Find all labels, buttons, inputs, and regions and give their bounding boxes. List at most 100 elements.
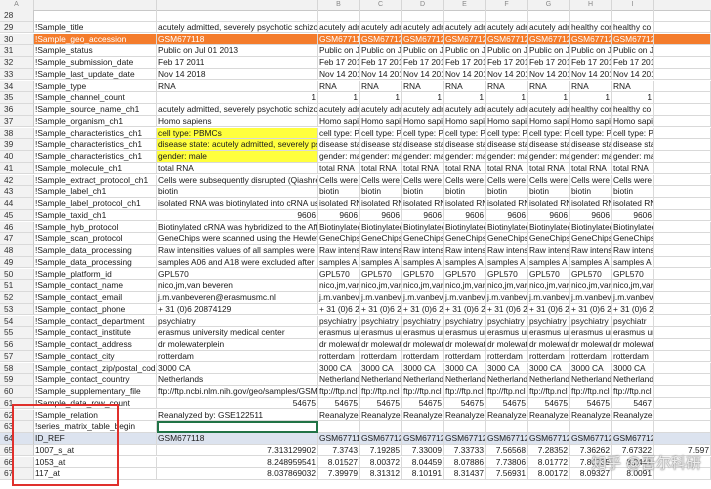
sheet-cell[interactable]: Public on Jul xyxy=(528,45,570,57)
sheet-cell[interactable]: GeneChips xyxy=(360,233,402,245)
sheet-cell[interactable]: Nov 14 2018 xyxy=(612,68,654,81)
sheet-cell[interactable]: erasmus ur xyxy=(612,327,654,339)
column-header[interactable] xyxy=(34,0,157,10)
sheet-cell[interactable]: GeneChips xyxy=(444,233,486,245)
sheet-cell[interactable]: cell type: P xyxy=(360,127,402,140)
sheet-cell[interactable]: dr molewat xyxy=(318,339,360,351)
sheet-cell[interactable]: j.m.vanbev xyxy=(486,292,528,304)
sheet-cell[interactable] xyxy=(654,10,711,22)
sheet-cell[interactable]: cell type: P xyxy=(612,127,654,140)
sheet-cell[interactable]: j.m.vanbev xyxy=(402,292,444,304)
sheet-cell[interactable] xyxy=(654,186,711,198)
sheet-cell[interactable]: GSM677120 xyxy=(360,33,402,46)
row-number[interactable]: 33 xyxy=(0,68,34,81)
sheet-cell[interactable]: j.m.vanbev xyxy=(444,292,486,304)
sheet-cell[interactable] xyxy=(570,421,612,433)
sheet-cell[interactable]: 1 xyxy=(157,92,318,104)
sheet-cell[interactable]: Cells were xyxy=(570,174,612,187)
sheet-cell[interactable]: Homo sapie xyxy=(360,115,402,128)
sheet-cell[interactable]: ftp://ftp.ncl xyxy=(486,386,528,398)
sheet-cell[interactable]: !Sample_label_protocol_ch1 xyxy=(34,198,157,210)
sheet-cell[interactable]: Raw intens xyxy=(486,245,528,257)
sheet-cell[interactable] xyxy=(157,10,318,22)
sheet-cell[interactable]: GeneChips xyxy=(570,233,612,245)
row-number[interactable]: 45 xyxy=(0,209,34,222)
sheet-cell[interactable]: nico,jm,van xyxy=(486,280,528,292)
sheet-cell[interactable]: GPL570 xyxy=(570,268,612,281)
sheet-cell[interactable]: RNA xyxy=(360,80,402,93)
sheet-cell[interactable]: total RNA xyxy=(157,162,318,175)
sheet-cell[interactable]: Feb 17 2011 xyxy=(444,57,486,69)
sheet-cell[interactable]: GeneChips xyxy=(402,233,444,245)
sheet-cell[interactable]: Raw intens xyxy=(402,245,444,257)
sheet-cell[interactable]: gender: ma xyxy=(402,151,444,163)
sheet-cell[interactable]: samples A xyxy=(402,256,444,269)
sheet-cell[interactable]: Public on Jul 01 2013 xyxy=(157,45,318,57)
sheet-cell[interactable]: GeneChips xyxy=(528,233,570,245)
sheet-cell[interactable]: RNA xyxy=(444,80,486,93)
sheet-cell[interactable]: Biotinylatec xyxy=(570,221,612,234)
sheet-cell[interactable]: 8.04459 xyxy=(402,456,444,469)
sheet-cell[interactable]: GSM677121 xyxy=(402,33,444,46)
column-header[interactable]: D xyxy=(402,0,444,10)
sheet-cell[interactable]: GSM677125 xyxy=(570,33,612,46)
sheet-cell[interactable]: cell type: P xyxy=(486,127,528,140)
sheet-cell[interactable]: acutely adr xyxy=(444,104,486,116)
sheet-cell[interactable]: 9606 xyxy=(402,209,444,222)
sheet-cell[interactable]: RNA xyxy=(612,80,654,93)
column-header[interactable]: E xyxy=(444,0,486,10)
sheet-cell[interactable]: samples A xyxy=(528,256,570,269)
sheet-cell[interactable]: j.m.vanbeveren@erasmusmc.nl xyxy=(157,292,318,304)
sheet-cell[interactable]: 8.10191 xyxy=(402,468,444,480)
sheet-cell[interactable]: !Sample_taxid_ch1 xyxy=(34,209,157,222)
sheet-cell[interactable]: isolated RN xyxy=(444,198,486,210)
sheet-cell[interactable]: GPL570 xyxy=(157,268,318,281)
sheet-cell[interactable]: GSM677119 xyxy=(318,33,360,46)
sheet-cell[interactable]: GSM677124 xyxy=(528,33,570,46)
row-number[interactable]: 38 xyxy=(0,127,34,140)
sheet-cell[interactable]: Netherland xyxy=(612,374,654,386)
sheet-cell[interactable]: !Sample_label_ch1 xyxy=(34,186,157,198)
sheet-cell[interactable]: GSM677122 xyxy=(444,33,486,46)
sheet-cell[interactable] xyxy=(654,57,711,69)
sheet-cell[interactable]: samples A xyxy=(318,256,360,269)
sheet-cell[interactable]: j.m.vanbev xyxy=(318,292,360,304)
sheet-cell[interactable]: Public on Jul xyxy=(360,45,402,57)
sheet-cell[interactable] xyxy=(360,421,402,433)
sheet-cell[interactable]: isolated RN xyxy=(570,198,612,210)
sheet-cell[interactable]: 8.01527 xyxy=(318,456,360,469)
sheet-cell[interactable]: 1 xyxy=(318,92,360,104)
row-number[interactable]: 58 xyxy=(0,362,34,375)
sheet-cell[interactable]: 8.31437 xyxy=(444,468,486,480)
sheet-cell[interactable]: rotterdam xyxy=(612,350,654,363)
sheet-cell[interactable]: Feb 17 2011 xyxy=(157,57,318,69)
sheet-cell[interactable]: GPL570 xyxy=(402,268,444,281)
sheet-cell[interactable]: dr molewaterplein xyxy=(157,339,318,351)
sheet-cell[interactable]: dr molewat xyxy=(402,339,444,351)
sheet-cell[interactable]: rotterdam xyxy=(528,350,570,363)
sheet-cell[interactable] xyxy=(654,303,711,316)
sheet-cell[interactable]: Feb 17 2011 xyxy=(570,57,612,69)
sheet-cell[interactable]: 9606 xyxy=(528,209,570,222)
sheet-cell[interactable]: total RNA xyxy=(570,162,612,175)
sheet-cell[interactable]: !Sample_contact_department xyxy=(34,315,157,328)
sheet-cell[interactable]: !Sample_contact_email xyxy=(34,292,157,304)
sheet-cell[interactable]: !Sample_title xyxy=(34,21,157,34)
sheet-cell[interactable]: GSM677126 xyxy=(612,433,654,445)
sheet-cell[interactable]: RNA xyxy=(528,80,570,93)
sheet-cell[interactable]: Netherland xyxy=(318,374,360,386)
sheet-cell[interactable] xyxy=(402,421,444,433)
sheet-cell[interactable] xyxy=(654,221,711,234)
sheet-cell[interactable]: 5467 xyxy=(612,397,654,410)
sheet-cell[interactable]: GPL570 xyxy=(444,268,486,281)
sheet-cell[interactable]: cell type: PBMCs xyxy=(157,127,318,140)
sheet-cell[interactable]: Nov 14 2018 xyxy=(360,68,402,81)
sheet-cell[interactable]: GSM677123 xyxy=(486,33,528,46)
sheet-cell[interactable]: rotterdam xyxy=(402,350,444,363)
sheet-cell[interactable]: rotterdam xyxy=(444,350,486,363)
row-number[interactable]: 59 xyxy=(0,374,34,386)
sheet-cell[interactable]: biotin xyxy=(360,186,402,198)
sheet-cell[interactable]: Homo sapie xyxy=(528,115,570,128)
sheet-cell[interactable]: Homo sapie xyxy=(444,115,486,128)
sheet-cell[interactable] xyxy=(654,397,711,410)
